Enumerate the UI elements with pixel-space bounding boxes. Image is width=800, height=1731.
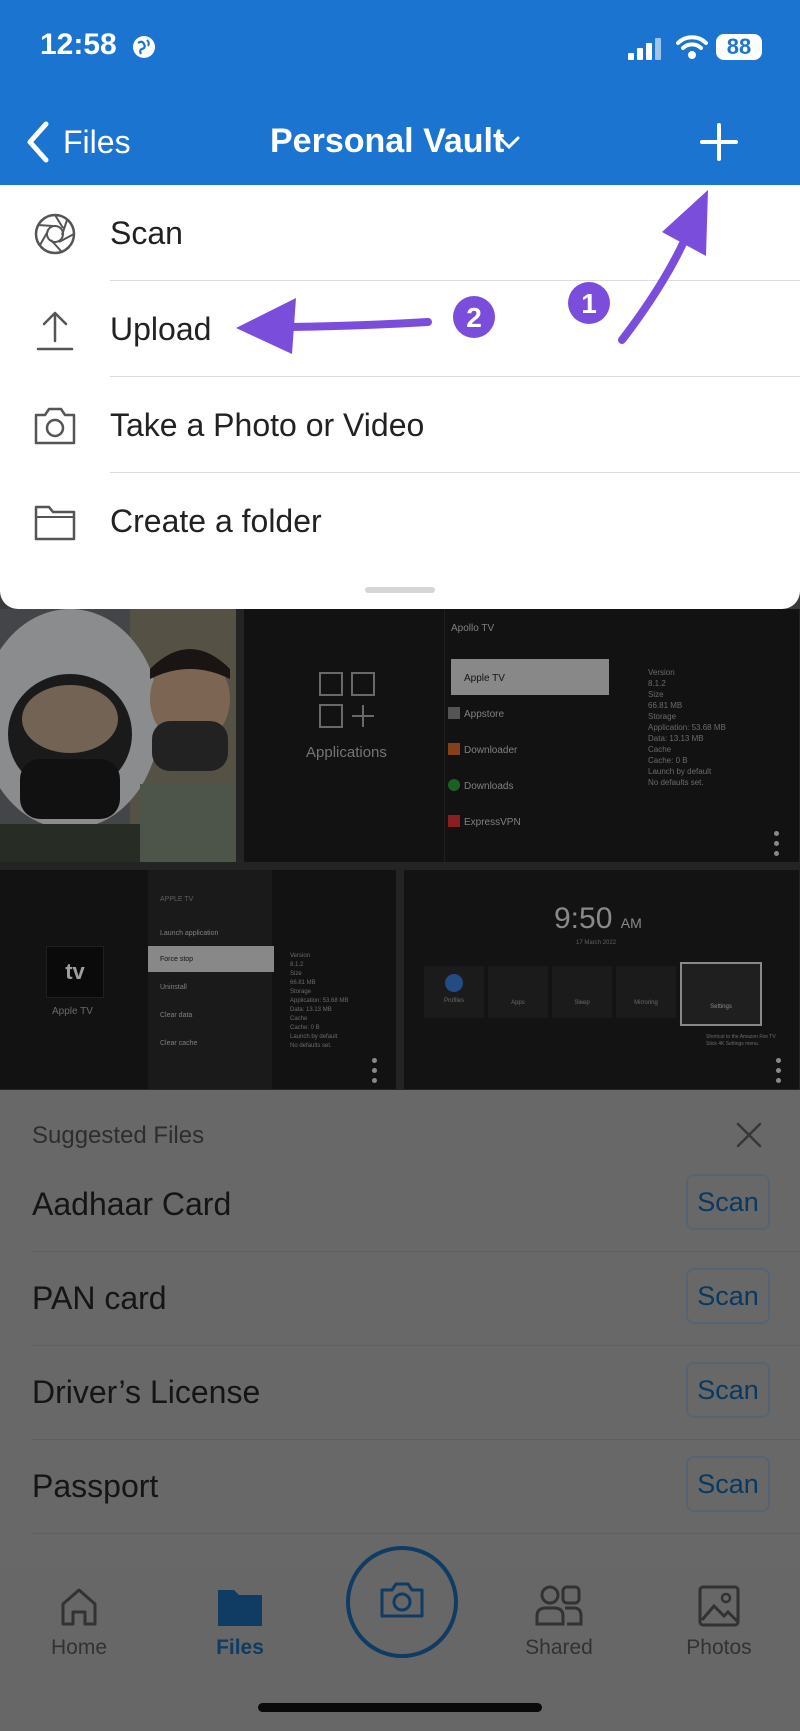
arrow-1 — [618, 190, 708, 344]
dim-overlay[interactable] — [0, 609, 800, 1731]
arrow-2 — [236, 298, 432, 354]
step-label-2: 2 — [466, 302, 482, 333]
annotation-layer: 1 2 — [236, 190, 708, 354]
step-label-1: 1 — [581, 288, 597, 319]
